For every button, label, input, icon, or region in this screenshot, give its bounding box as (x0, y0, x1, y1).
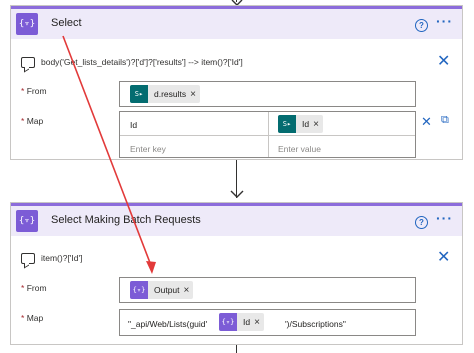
annotation-arrow (62, 35, 156, 274)
